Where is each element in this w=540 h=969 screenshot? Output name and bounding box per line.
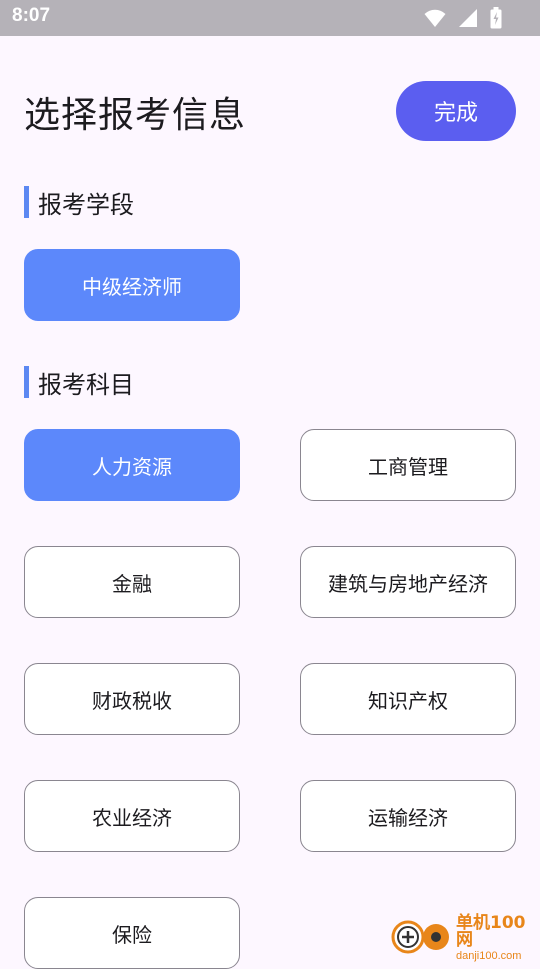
section-accent-bar [24, 366, 29, 398]
status-bar: 8:07 [0, 0, 540, 36]
subject-option-construction-realestate[interactable]: 建筑与房地产经济 [300, 546, 516, 618]
page-title: 选择报考信息 [24, 95, 247, 136]
watermark-text: 单机100网 danji100.com [456, 912, 540, 962]
section-stage-title: 报考学段 [38, 190, 134, 219]
subject-option-agriculture[interactable]: 农业经济 [24, 780, 240, 852]
watermark-emblem-icon [390, 916, 452, 960]
section-subject-title: 报考科目 [38, 370, 134, 399]
subject-option-ip[interactable]: 知识产权 [300, 663, 516, 735]
section-subject-header: 报考科目 [24, 365, 134, 399]
status-time: 8:07 [12, 5, 51, 26]
section-stage-header: 报考学段 [24, 185, 134, 219]
subject-option-hr[interactable]: 人力资源 [24, 429, 240, 501]
watermark-logo: 单机100网 danji100.com [390, 912, 540, 962]
stage-option-zhongji[interactable]: 中级经济师 [24, 249, 240, 321]
section-accent-bar [24, 186, 29, 218]
done-button[interactable]: 完成 [396, 81, 516, 141]
subject-option-business-admin[interactable]: 工商管理 [300, 429, 516, 501]
wifi-icon [424, 8, 446, 28]
signal-icon [458, 8, 478, 28]
subject-option-insurance[interactable]: 保险 [24, 897, 240, 969]
watermark-main-text: 单机100网 [456, 912, 526, 950]
subject-option-transport[interactable]: 运输经济 [300, 780, 516, 852]
status-icons [424, 7, 502, 29]
battery-charging-icon [490, 7, 502, 29]
subject-option-fiscal-tax[interactable]: 财政税收 [24, 663, 240, 735]
subject-option-finance[interactable]: 金融 [24, 546, 240, 618]
